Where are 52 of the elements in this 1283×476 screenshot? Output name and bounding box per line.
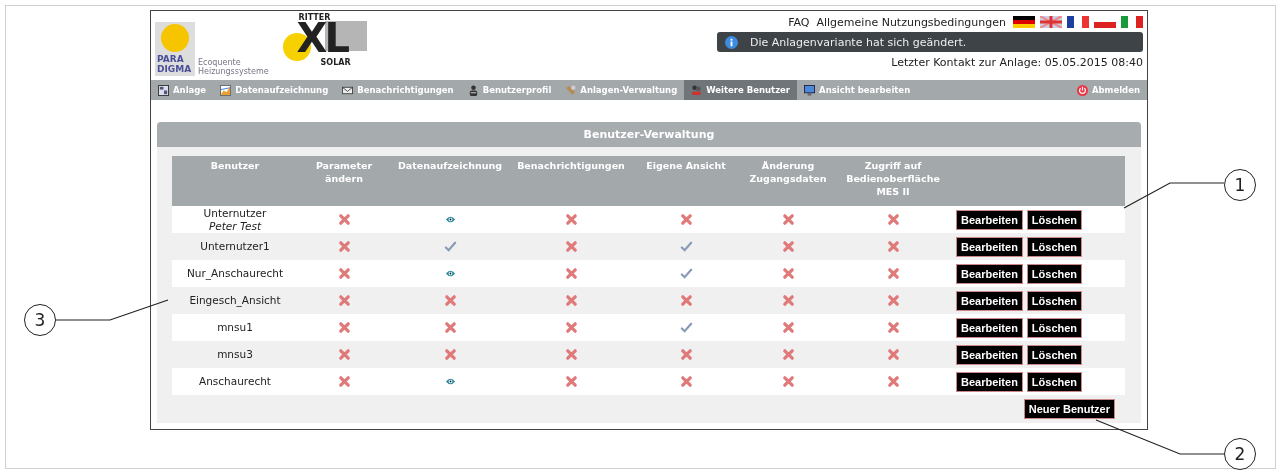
delete-button[interactable]: Löschen	[1026, 344, 1083, 365]
header-link[interactable]: FAQ	[788, 15, 810, 29]
column-header: Datenaufzeichnung	[390, 156, 510, 206]
user-name: Anschaurecht	[198, 375, 272, 388]
flag-icon[interactable]	[1067, 16, 1089, 28]
info-icon	[725, 35, 738, 49]
panel-icon	[158, 84, 169, 96]
paradigma-logo: PARA DIGMA	[155, 22, 195, 76]
chart-icon	[220, 84, 232, 96]
callout-number: 2	[1224, 438, 1256, 470]
delete-button[interactable]: Löschen	[1026, 290, 1083, 311]
edit-button[interactable]: Bearbeiten	[956, 236, 1023, 257]
column-header: Zugriff auf Bedienoberfläche MES II	[836, 156, 950, 206]
user-name: Unternutzer	[202, 206, 268, 220]
user-name: mnsu1	[216, 321, 254, 334]
edit-button[interactable]: Bearbeiten	[956, 209, 1023, 230]
edit-button[interactable]: Bearbeiten	[956, 317, 1023, 338]
envelope-icon	[342, 84, 354, 96]
nav-tab[interactable]: Weitere Benutzer	[684, 80, 798, 100]
monitor-icon	[804, 84, 816, 96]
edit-button[interactable]: Bearbeiten	[956, 344, 1023, 365]
callout-number: 3	[24, 304, 56, 336]
person-icon	[467, 84, 479, 96]
user-name: Eingesch_Ansicht	[188, 294, 282, 307]
delete-button[interactable]: Löschen	[1026, 263, 1083, 284]
last-contact-text: Letzter Kontakt zur Anlage: 05.05.2015 08:40	[891, 56, 1143, 69]
flag-icon[interactable]	[1013, 16, 1035, 28]
panel-title: Benutzer-Verwaltung	[157, 122, 1141, 147]
edit-button[interactable]: Bearbeiten	[956, 371, 1023, 392]
header-link[interactable]: Allgemeine Nutzungsbedingungen	[816, 15, 1006, 29]
tools-icon	[565, 84, 577, 96]
new-user-button[interactable]: Neuer Benutzer	[1023, 399, 1115, 419]
user-fullname: Peter Test	[207, 219, 263, 233]
user-name: mnsu3	[216, 348, 254, 361]
logo-tagline: Ecoquente Heizungssysteme	[198, 58, 269, 76]
power-icon	[1076, 84, 1088, 96]
delete-button[interactable]: Löschen	[1026, 236, 1083, 257]
user-name: Unternutzer1	[199, 240, 271, 253]
column-header: Parameter ändern	[298, 156, 390, 206]
delete-button[interactable]: Löschen	[1026, 317, 1083, 338]
callout-number: 1	[1224, 169, 1256, 201]
edit-button[interactable]: Bearbeiten	[956, 290, 1023, 311]
notice-text: Die Anlagenvariante hat sich geändert.	[750, 35, 967, 49]
column-header: Benachrichtigungen	[510, 156, 632, 206]
delete-button[interactable]: Löschen	[1026, 371, 1083, 392]
column-header: Eigene Ansicht	[632, 156, 740, 206]
edit-button[interactable]: Bearbeiten	[956, 263, 1023, 284]
delete-button[interactable]: Löschen	[1026, 209, 1083, 230]
column-header: Änderung Zugangsdaten	[740, 156, 836, 206]
user-name: Nur_Anschaurecht	[186, 267, 284, 280]
users-icon	[691, 84, 703, 96]
column-header: Benutzer	[172, 156, 298, 206]
